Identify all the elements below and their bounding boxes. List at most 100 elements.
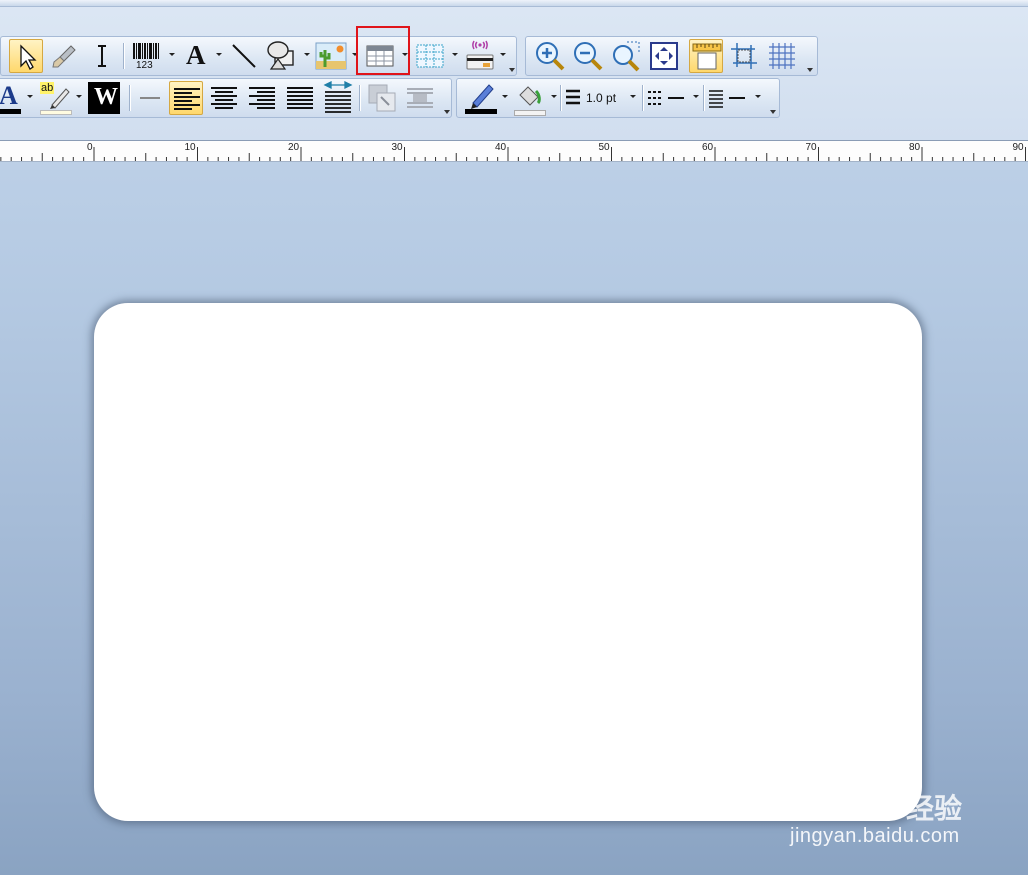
separator — [123, 43, 124, 69]
toolbar-overflow-icon[interactable] — [444, 106, 450, 114]
send-backward-button[interactable] — [403, 81, 437, 115]
separator — [129, 85, 130, 111]
rfid-dropdown-arrow[interactable] — [500, 53, 506, 56]
snap-to-grid-button[interactable] — [727, 39, 761, 73]
watermark-brand: Baidu — [788, 779, 876, 817]
shapes-icon — [267, 41, 294, 70]
label-canvas[interactable] — [94, 303, 922, 821]
align-center-icon — [211, 87, 237, 109]
word-wrap-button[interactable]: W — [87, 81, 121, 115]
shapes-dropdown-arrow[interactable] — [304, 53, 310, 56]
title-strip — [0, 0, 1028, 7]
separator — [560, 85, 561, 111]
line-width-dropdown-arrow[interactable] — [630, 95, 636, 98]
grid-table-button[interactable] — [413, 39, 447, 73]
separator — [359, 85, 360, 111]
align-right-icon — [249, 87, 275, 109]
line-style-dropdown-arrow[interactable] — [755, 95, 761, 98]
toolbar-overflow-icon[interactable] — [770, 106, 776, 114]
ruler-toggle-button[interactable] — [689, 39, 723, 73]
highlight-swatch — [40, 110, 72, 115]
fill-color-button[interactable] — [512, 81, 546, 116]
fill-color-dropdown-arrow[interactable] — [551, 95, 557, 98]
rfid-button[interactable] — [463, 39, 497, 73]
barcode-dropdown-arrow[interactable] — [169, 53, 175, 56]
picture-button[interactable] — [314, 39, 348, 73]
text-cursor-icon — [98, 45, 106, 67]
font-color-button[interactable]: A — [0, 81, 23, 115]
zoom-selection-icon — [613, 41, 640, 72]
ruler-ticks — [0, 147, 1026, 161]
dash-style-button[interactable] — [646, 81, 686, 115]
horizontal-line-button[interactable] — [133, 81, 167, 115]
bring-forward-icon — [368, 84, 396, 112]
dash-style-icon — [648, 91, 684, 105]
align-center-button[interactable] — [207, 81, 241, 115]
zoom-out-icon — [574, 42, 603, 71]
line-style-button[interactable] — [707, 81, 747, 115]
barcode-digits: 123 — [136, 60, 153, 71]
baidu-watermark: Baidu 经验 jingyan.baidu.com — [788, 765, 988, 860]
zoom-selection-button[interactable] — [609, 39, 643, 73]
view-toolbar — [525, 36, 818, 76]
ruler-label: 30 — [391, 142, 403, 153]
rfid-icon — [466, 40, 494, 70]
select-pointer-button[interactable] — [9, 39, 43, 73]
highlight-button[interactable]: ab — [38, 81, 72, 115]
grid-table-dropdown-arrow[interactable] — [452, 53, 458, 56]
barcode-button[interactable]: 123 — [129, 39, 169, 73]
text-tool-button[interactable]: A — [181, 39, 215, 73]
line-style-icon — [709, 90, 745, 108]
line-color-swatch — [465, 109, 497, 114]
toolbar-overflow-icon[interactable] — [807, 64, 813, 72]
bring-forward-button[interactable] — [365, 81, 399, 115]
snap-icon — [731, 43, 757, 69]
separator — [703, 85, 704, 111]
ruler-label: 70 — [805, 142, 817, 153]
dash-style-dropdown-arrow[interactable] — [693, 95, 699, 98]
line-color-button[interactable] — [463, 81, 497, 115]
ruler-label: 40 — [495, 142, 507, 153]
format-painter-button[interactable] — [47, 39, 81, 73]
zoom-out-button[interactable] — [571, 39, 605, 73]
ruler-label: 20 — [288, 142, 300, 153]
word-wrap-glyph: W — [94, 84, 118, 110]
format-toolbar: A ab W — [0, 78, 452, 118]
fit-text-button[interactable] — [321, 81, 355, 115]
ruler-label: 60 — [702, 142, 714, 153]
zoom-fit-button[interactable] — [647, 39, 681, 73]
text-cursor-button[interactable] — [85, 39, 119, 73]
align-right-button[interactable] — [245, 81, 279, 115]
ruler-label: 10 — [184, 142, 196, 153]
line-tool-button[interactable] — [227, 39, 261, 73]
line-width-icon-holder — [564, 81, 582, 115]
fill-color-swatch — [514, 110, 546, 116]
separator — [642, 85, 643, 111]
toolbar-area: 123 A A ab W 1.0 pt — [0, 0, 1028, 140]
text-dropdown-arrow[interactable] — [216, 53, 222, 56]
horizontal-ruler[interactable]: 0 10 20 30 40 50 60 70 80 90 — [0, 140, 1028, 162]
pointer-icon — [20, 44, 37, 70]
toolbar-overflow-icon[interactable] — [509, 64, 515, 72]
line-width-icon — [566, 89, 580, 105]
grid-button[interactable] — [765, 39, 799, 73]
line-width-value[interactable]: 1.0 pt — [586, 91, 616, 105]
text-tool-glyph: A — [186, 40, 206, 70]
zoom-in-button[interactable] — [533, 39, 567, 73]
ruler-label: 90 — [1012, 142, 1024, 153]
align-left-icon — [174, 88, 200, 110]
justify-button[interactable] — [283, 81, 317, 115]
send-backward-icon — [407, 88, 433, 108]
font-color-dropdown-arrow[interactable] — [27, 95, 33, 98]
align-left-button[interactable] — [169, 81, 203, 115]
highlight-dropdown-arrow[interactable] — [76, 95, 82, 98]
grid-table-icon — [416, 44, 444, 68]
watermark-cn-text: 经验 — [906, 792, 963, 825]
shapes-button[interactable] — [265, 39, 299, 73]
picture-icon — [315, 42, 347, 70]
font-color-swatch — [0, 109, 21, 114]
ruler-label: 0 — [87, 142, 93, 153]
font-color-glyph: A — [0, 81, 18, 110]
line-color-dropdown-arrow[interactable] — [502, 95, 508, 98]
zoom-fit-icon — [650, 42, 678, 70]
